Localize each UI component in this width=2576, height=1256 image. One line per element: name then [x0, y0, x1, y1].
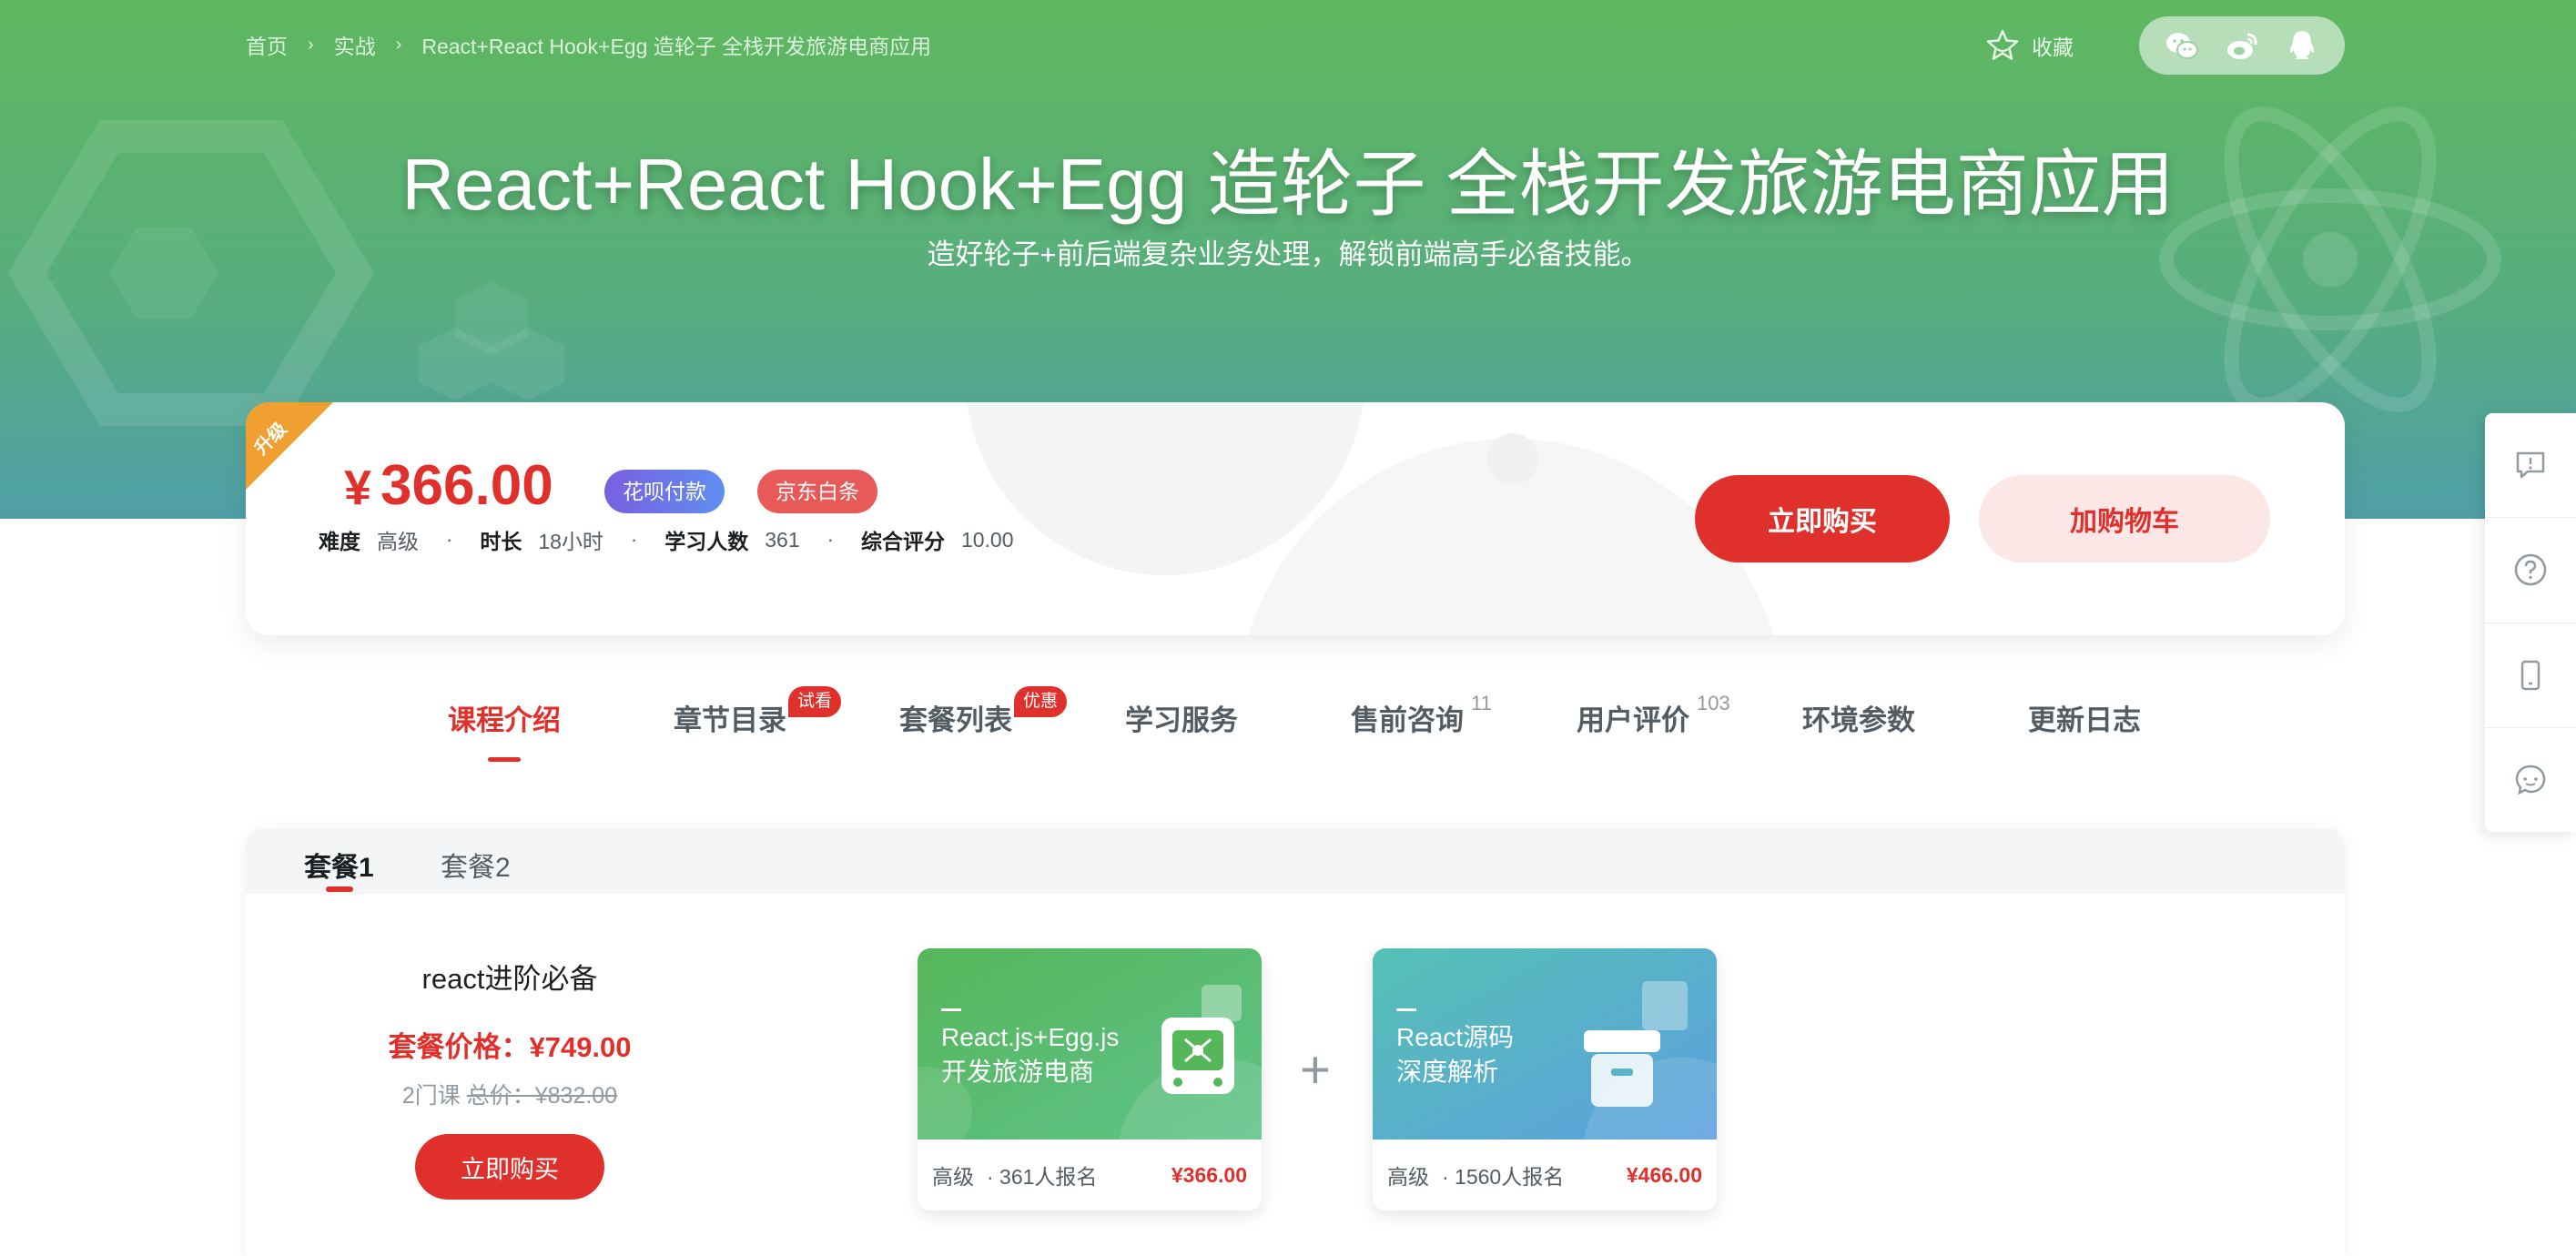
weibo-icon[interactable] [2222, 25, 2262, 66]
tab-presale[interactable]: 售前咨询 [1351, 697, 1464, 738]
course-level: 高级 [1387, 1165, 1429, 1189]
course-price: ¥466.00 [1626, 1162, 1702, 1187]
course-cover: React源码 深度解析 [1373, 948, 1717, 1140]
tab-packages[interactable]: 套餐列表 [899, 697, 1012, 738]
package-tab-2[interactable]: 套餐2 [441, 845, 511, 885]
meta-label-students: 学习人数 [664, 530, 749, 553]
breadcrumb: 首页 › 实战 › React+React Hook+Egg 造轮子 全栈开发旅… [246, 29, 931, 60]
package-tab-1[interactable]: 套餐1 [304, 845, 374, 885]
course-cover-title: React源码 深度解析 [1396, 1008, 1514, 1089]
feedback-button[interactable] [2485, 413, 2576, 519]
wechat-icon[interactable] [2162, 25, 2202, 66]
package-course-card[interactable]: React源码 深度解析 高级 · 1560人报名 ¥466.00 [1373, 948, 1717, 1210]
meta-value-duration: 18小时 [538, 530, 603, 553]
tab-changelog[interactable]: 更新日志 [2028, 697, 2141, 738]
meta-label-duration: 时长 [480, 530, 522, 553]
package-summary: react进阶必备 套餐价格：¥749.00 2门课 总价：¥832.00 立即… [373, 956, 646, 1200]
package-total: 2门课 总价：¥832.00 [373, 1078, 646, 1110]
course-card-footer: 高级 · 361人报名 ¥366.00 [918, 1140, 1262, 1210]
chevron-right-icon: › [308, 34, 314, 55]
mobile-icon [2520, 660, 2541, 690]
course-level: 高级 [932, 1165, 974, 1189]
tab-packages-badge: 优惠 [1014, 686, 1068, 717]
tab-presale-count: 11 [1471, 692, 1492, 714]
breadcrumb-current: React+React Hook+Egg 造轮子 全栈开发旅游电商应用 [421, 35, 932, 58]
meta-label-rating: 综合评分 [860, 530, 945, 553]
help-button[interactable] [2485, 518, 2576, 623]
price-card: 升级 ¥366.00 花呗付款 京东白条 难度 高级 · 时长 18小时 · 学习人… [246, 402, 2345, 635]
tab-learning-service[interactable]: 学习服务 [1125, 697, 1238, 738]
favorite-button[interactable]: 收藏 [1984, 27, 2074, 64]
course-cover-title: React.js+Egg.js 开发旅游电商 [941, 1008, 1119, 1089]
active-tab-indicator [488, 757, 521, 762]
package-panel: 套餐1 套餐2 react进阶必备 套餐价格：¥749.00 2门课 总价：¥8… [246, 828, 2345, 1256]
course-price: ¥366.00 [344, 454, 553, 517]
share-bar [2139, 16, 2345, 75]
tab-reviews[interactable]: 用户评价 [1577, 697, 1689, 738]
course-cover: React.js+Egg.js 开发旅游电商 [918, 948, 1262, 1140]
tab-course-intro[interactable]: 课程介绍 [448, 697, 561, 738]
tab-environment[interactable]: 环境参数 [1802, 697, 1915, 738]
meta-value-students: 361 [765, 527, 800, 552]
meta-value-difficulty: 高级 [377, 530, 419, 553]
tab-chapters-badge: 试看 [788, 686, 842, 717]
jd-baitiao-badge: 京东白条 [757, 470, 877, 513]
star-icon [1986, 29, 2019, 60]
breadcrumb-home[interactable]: 首页 [246, 29, 288, 60]
page-title: React+React Hook+Egg 造轮子 全栈开发旅游电商应用 [401, 144, 2175, 225]
package-name: react进阶必备 [421, 963, 598, 995]
course-card-footer: 高级 · 1560人报名 ¥466.00 [1373, 1140, 1717, 1210]
course-tabs: 课程介绍 章节目录 试看 套餐列表 优惠 学习服务 售前咨询 11 用户评价 1… [0, 686, 2576, 770]
meta-value-rating: 10.00 [960, 527, 1014, 552]
add-to-cart-button[interactable]: 加购物车 [1979, 475, 2270, 562]
package-course-count: 2门课 [401, 1083, 461, 1109]
package-tabs: 套餐1 套餐2 [246, 828, 2345, 894]
course-enrolled: · 361人报名 [987, 1165, 1098, 1189]
qq-icon[interactable] [2282, 25, 2322, 66]
tab-reviews-count: 103 [1697, 692, 1730, 714]
help-icon [2514, 554, 2547, 586]
package-buy-button[interactable]: 立即购买 [415, 1134, 604, 1200]
tab-chapters[interactable]: 章节目录 [674, 697, 786, 738]
course-meta: 难度 高级 · 时长 18小时 · 学习人数 361 · 综合评分 10.00 [319, 524, 1014, 555]
package-price: 套餐价格：¥749.00 [388, 1031, 632, 1063]
course-enrolled: · 1560人报名 [1442, 1165, 1565, 1189]
buy-now-button[interactable]: 立即购买 [1695, 475, 1950, 562]
package-tab-indicator [326, 886, 353, 892]
feedback-icon [2516, 451, 2545, 479]
chevron-right-icon: › [395, 34, 402, 55]
huabei-badge: 花呗付款 [604, 470, 725, 513]
page-subtitle: 造好轮子+前后端复杂业务处理，解锁前端高手必备技能。 [927, 238, 1649, 270]
breadcrumb-practice[interactable]: 实战 [334, 29, 376, 60]
course-price: ¥366.00 [1171, 1162, 1247, 1187]
favorite-label: 收藏 [2032, 35, 2074, 59]
package-original-total: 总价：¥832.00 [466, 1083, 618, 1109]
meta-label-difficulty: 难度 [319, 530, 360, 553]
plus-icon: + [1300, 1040, 1331, 1099]
package-course-card[interactable]: React.js+Egg.js 开发旅游电商 高级 · 361人报名 ¥366.… [918, 948, 1262, 1210]
